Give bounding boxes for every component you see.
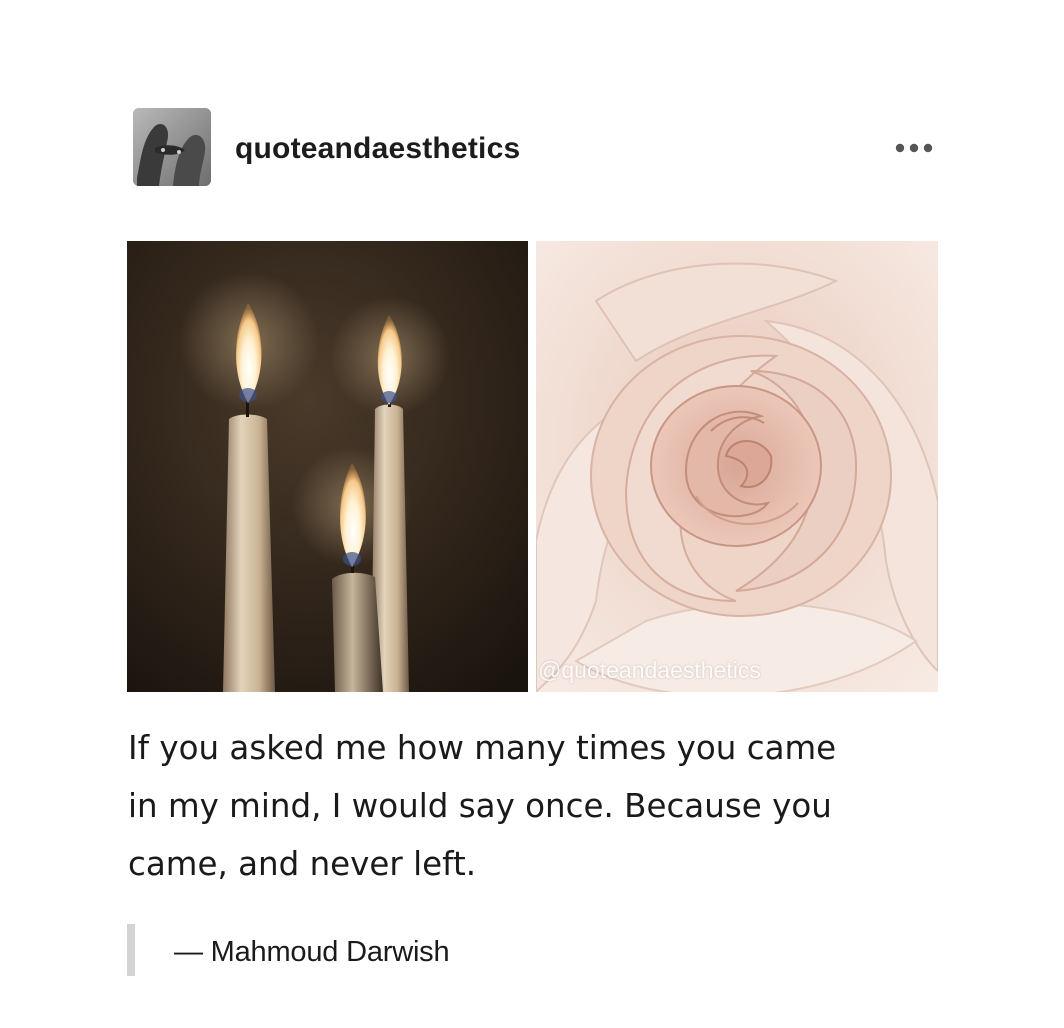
post-body-line: If you asked me how many times you came (128, 729, 837, 767)
photo-set: @quoteandaesthetics (127, 241, 938, 692)
post-body-line: in my mind, I would say once. Because yo… (128, 787, 832, 825)
candles-photo[interactable] (127, 241, 528, 692)
post-body-line: came, and never left. (128, 845, 477, 883)
rose-photo[interactable]: @quoteandaesthetics (536, 241, 938, 692)
ellipsis-icon[interactable] (894, 138, 934, 158)
post-header: quoteandaesthetics (133, 108, 938, 188)
avatar[interactable] (133, 108, 211, 186)
quote-author: — Mahmoud Darwish (174, 936, 450, 968)
quote-bar (127, 924, 135, 976)
blog-name[interactable]: quoteandaesthetics (235, 132, 520, 166)
post-body-text: If you asked me how many times you came … (128, 719, 928, 893)
watermark-text: @quoteandaesthetics (538, 657, 761, 683)
avatar-image (133, 108, 211, 186)
quote-attribution: — Mahmoud Darwish (127, 924, 727, 976)
